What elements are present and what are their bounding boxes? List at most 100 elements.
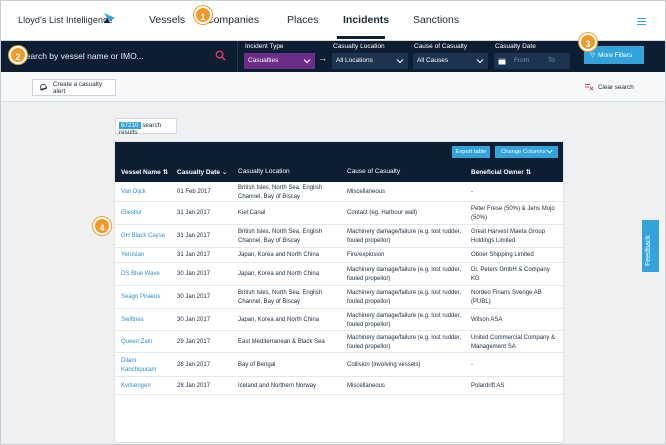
date-to-input[interactable]: To	[548, 57, 555, 64]
table-row[interactable]: Ellesllor 31 Jan 2017 Kiel Canal Contact (e…	[115, 202, 563, 225]
casualty-cause-cell: Machinery damage/failure (e.g. lost rudd…	[347, 335, 462, 350]
brand-logo-icon	[104, 13, 115, 23]
incident-type-value: Casualties	[248, 57, 279, 64]
incident-type-select[interactable]: Casualties	[244, 53, 315, 69]
casualty-date-cell: 31 Jan 2017	[177, 210, 211, 216]
casualty-date-cell: 30 Jan 2017	[177, 271, 211, 277]
change-columns-button[interactable]: Change Columns	[495, 146, 558, 158]
casualty-location-cell: Iceland and Northern Norway	[238, 383, 317, 389]
brand-logo-text[interactable]: Lloyd's List Intelligence	[18, 15, 113, 25]
beneficial-owner-cell: -	[471, 189, 473, 195]
vessel-name-link[interactable]: Ellesllor	[121, 209, 169, 218]
chevron-down-icon	[476, 59, 484, 64]
casualty-cause-cell: Machinery damage/failure (e.g. lost rudd…	[347, 313, 462, 328]
table-row[interactable]: Queen Zain 29 Jan 2017 East Mediterranean …	[115, 331, 563, 353]
export-table-button[interactable]: Export table	[452, 146, 490, 158]
callout-marker-3: 3	[579, 33, 597, 51]
table-row[interactable]: GH Black Cayse 31 Jan 2017 British Isles, …	[115, 225, 563, 248]
casualty-location-select[interactable]: All Locations	[332, 53, 408, 69]
chevron-down-icon	[546, 149, 553, 154]
column-header-date[interactable]: Casualty Date ⌄	[177, 168, 227, 176]
clear-search-link[interactable]: Clear search	[598, 84, 634, 91]
cause-of-casualty-value: All Causes	[417, 57, 449, 64]
casualty-cause-cell: Contact (eg. Harbour wall)	[347, 210, 418, 216]
incidents-table: Export table Change Columns Vessel Name …	[115, 142, 563, 442]
bell-icon	[39, 83, 48, 91]
vessel-name-link[interactable]: Kvitsengen	[121, 382, 169, 391]
search-icon[interactable]	[215, 50, 226, 61]
top-nav: Lloyd's List Intelligence Vessels Compan…	[1, 1, 665, 41]
callout-marker-4: 4	[93, 217, 111, 235]
more-filters-label: More Filters	[598, 52, 633, 59]
casualty-date-range[interactable]: From To	[494, 53, 570, 69]
casualty-date-cell: 28 Jan 2017	[177, 362, 211, 368]
filter-icon: ▽	[590, 52, 595, 59]
table-row[interactable]: Dilani Kanchipuram 28 Jan 2017 Bay of Beng…	[115, 353, 563, 377]
column-header-location[interactable]: Casualty Location	[238, 168, 290, 175]
chevron-down-icon	[396, 59, 404, 64]
feedback-label: Feedback	[645, 235, 652, 266]
calendar-icon	[498, 58, 506, 65]
vessel-name-link[interactable]: Swiftnes	[121, 316, 169, 325]
casualty-location-cell: East Mediterranean & Black Sea	[238, 339, 325, 345]
casualty-location-cell: British Isles, North Sea, English Channe…	[238, 229, 323, 244]
casualty-date-cell: 31 Jan 2017	[177, 233, 211, 239]
casualty-cause-cell: Fire/explosion	[347, 252, 385, 258]
feedback-tab[interactable]: Feedback	[642, 220, 659, 272]
nav-sanctions[interactable]: Sanctions	[413, 14, 459, 26]
vessel-name-link[interactable]: Yeruslan	[121, 251, 169, 260]
beneficial-owner-cell: Great Harvest Maeta Group Holdings Limit…	[471, 229, 546, 244]
beneficial-owner-cell: Wilson ASA	[471, 317, 503, 323]
casualty-cause-cell: Miscellaneous	[347, 189, 386, 195]
beneficial-owner-cell: United Commercial Company & Management S…	[471, 335, 556, 350]
create-casualty-alert-button[interactable]: Create a casualty alert	[32, 79, 116, 96]
vessel-search-input[interactable]	[20, 45, 231, 67]
filter-divider	[237, 41, 238, 72]
vessel-name-link[interactable]: DS Blue Wave	[121, 270, 169, 279]
beneficial-owner-cell: Nordeo Finans Sverige AB (PUBL)	[471, 290, 542, 305]
change-columns-label: Change Columns	[501, 149, 546, 155]
table-toolbar: Export table Change Columns	[115, 142, 563, 162]
callout-marker-2: 2	[9, 46, 27, 64]
table-row[interactable]: Yeruslan 31 Jan 2017 Japan, Korea and Nort…	[115, 248, 563, 263]
casualty-date-cell: 30 Jan 2017	[177, 294, 211, 300]
sort-desc-icon: ⌄	[221, 169, 228, 176]
table-header: Vessel Name ⇅ Casualty Date ⌄ Casualty L…	[115, 162, 563, 182]
casualty-cause-cell: Miscellaneous	[347, 383, 386, 389]
column-header-vessel[interactable]: Vessel Name ⇅	[121, 168, 168, 176]
nav-companies[interactable]: Companies	[206, 14, 259, 26]
menu-icon[interactable]	[637, 18, 646, 25]
casualty-date-label: Casualty Date	[495, 43, 536, 50]
app-frame: Lloyd's List Intelligence Vessels Compan…	[0, 0, 666, 445]
vessel-name-link[interactable]: Van Dijck	[121, 188, 169, 197]
beneficial-owner-cell: Dr. Peters GmbH & Company KG	[471, 267, 550, 282]
table-row[interactable]: Van Dijck 01 Feb 2017 British Isles, North…	[115, 182, 563, 202]
casualty-location-cell: Japan, Korea and North China	[238, 317, 320, 323]
casualty-date-cell: 01 Feb 2017	[177, 189, 211, 195]
vessel-name-link[interactable]: GH Black Cayse	[121, 232, 169, 241]
nav-places[interactable]: Places	[287, 14, 319, 26]
clear-search-icon[interactable]	[584, 83, 594, 91]
table-row[interactable]: DS Blue Wave 30 Jan 2017 Japan, Korea and …	[115, 263, 563, 286]
sort-icon: ⇅	[525, 169, 532, 176]
table-row[interactable]: Kvitsengen 28 Jan 2017 Iceland and Norther…	[115, 377, 563, 395]
callout-marker-1: 1	[194, 6, 212, 24]
beneficial-owner-cell: Polardrift AS	[471, 383, 505, 389]
casualty-cause-cell: Machinery damage/failure (e.g. lost rudd…	[347, 229, 462, 244]
vessel-name-link[interactable]: Queen Zain	[121, 338, 169, 347]
column-header-owner[interactable]: Beneficial Owner ⇅	[471, 168, 531, 176]
incident-type-label: Incident Type	[245, 43, 284, 50]
cause-of-casualty-select[interactable]: All Causes	[413, 53, 488, 69]
nav-active-indicator	[337, 36, 385, 39]
vessel-name-link[interactable]: Seago Piraeus	[121, 293, 169, 302]
nav-vessels[interactable]: Vessels	[149, 14, 185, 26]
casualty-cause-cell: Collision (involving vessels)	[347, 362, 421, 368]
table-row[interactable]: Seago Piraeus 30 Jan 2017 British Isles, N…	[115, 286, 563, 309]
casualty-date-cell: 28 Jan 2017	[177, 383, 211, 389]
casualty-date-cell: 30 Jan 2017	[177, 317, 211, 323]
column-header-cause[interactable]: Cause of Casualty	[347, 168, 400, 175]
date-from-input[interactable]: From	[514, 57, 529, 64]
table-row[interactable]: Swiftnes 30 Jan 2017 Japan, Korea and Nort…	[115, 309, 563, 331]
nav-incidents[interactable]: Incidents	[343, 14, 389, 26]
vessel-name-link[interactable]: Dilani Kanchipuram	[121, 357, 169, 374]
